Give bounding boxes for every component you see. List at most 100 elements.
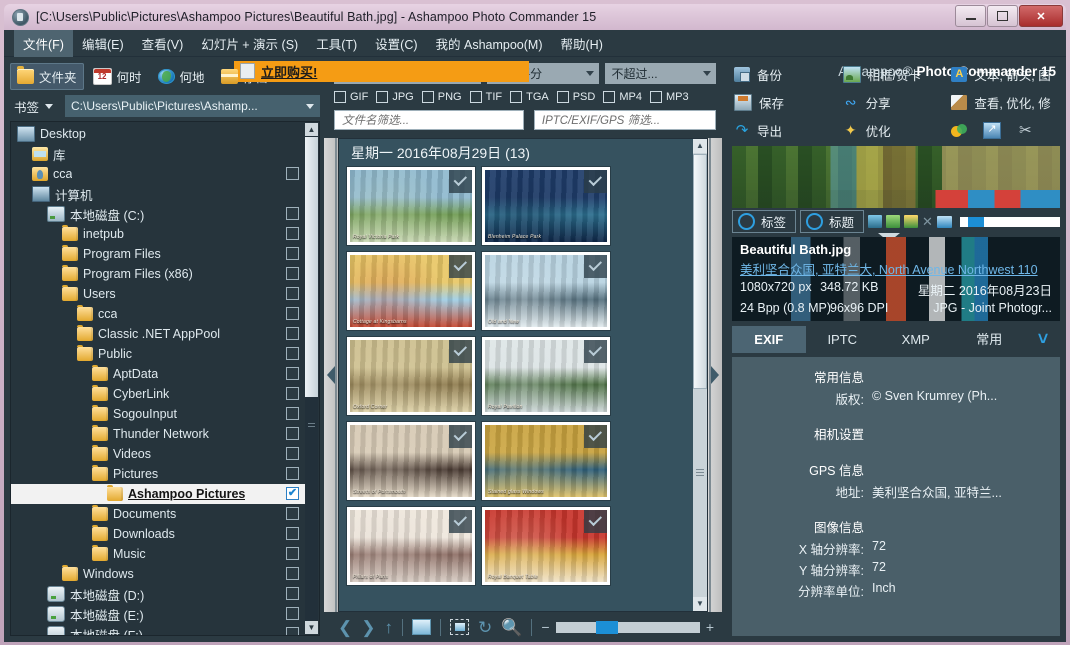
scroll-down-icon[interactable]: ▼ [305,621,318,634]
thumbnail-checkbox[interactable] [449,170,472,193]
location-tab-folders[interactable]: 文件夹 [10,62,84,90]
chevron-down-icon[interactable]: ˅ [1026,329,1060,350]
scroll-up-icon[interactable]: ▲ [305,123,318,136]
thumbnail-checkbox[interactable] [584,340,607,363]
tree-item-checkbox[interactable] [286,347,299,360]
tree-item[interactable]: Users [11,284,305,304]
zoom-in-button[interactable]: + [706,619,714,635]
tree-item[interactable]: Classic .NET AppPool [11,324,305,344]
tab-common[interactable]: 常用 [953,326,1027,353]
thumbnail-checkbox[interactable] [584,255,607,278]
menu-item-slideshow[interactable]: 幻灯片 + 演示 (S) [192,30,307,57]
tree-item-checkbox[interactable] [286,327,299,340]
resize-icon[interactable] [983,122,1002,139]
tree-item[interactable]: Windows [11,564,305,584]
tree-item[interactable]: cca [11,164,305,184]
metadata-filter-input[interactable]: IPTC/EXIF/GPS 筛选... [533,110,716,130]
format-checkbox-mp3[interactable]: MP3 [649,91,689,103]
format-checkbox-tif[interactable]: TIF [469,91,502,103]
previous-icon[interactable]: ❮ [338,619,352,636]
thumbnail-tile[interactable]: Streets of Portsmouth [347,422,475,500]
tree-item[interactable]: 本地磁盘 (E:) [11,604,305,624]
tree-item-checkbox[interactable] [286,607,299,620]
preview-zoom-handle[interactable] [967,216,984,227]
scrollbar-thumb[interactable] [693,154,707,389]
crop-scissors-icon[interactable]: ✂ [1017,123,1033,138]
menu-item-edit[interactable]: 编辑(E) [73,30,133,57]
path-dropdown[interactable]: C:\Users\Public\Pictures\Ashamp... [65,95,320,117]
format-checkbox-psd[interactable]: PSD [556,91,595,103]
view-mode-icon[interactable] [412,619,431,635]
tree-item-checkbox[interactable] [286,407,299,420]
bookmarks-dropdown[interactable]: 书签 [10,95,61,118]
thumbnail-checkbox[interactable] [449,255,472,278]
scrollbar-thumb[interactable] [305,137,318,397]
tree-item-checkbox[interactable] [286,487,299,500]
filename-filter-input[interactable]: 文件名筛选... [334,110,524,130]
color-adjust-icon[interactable] [951,123,968,138]
tree-item-checkbox[interactable] [286,247,299,260]
tree-item[interactable]: Downloads [11,524,305,544]
format-checkbox-png[interactable]: PNG [421,91,462,103]
thumbnail-tile[interactable]: Royal Victoria Park [347,167,475,245]
menu-item-help[interactable]: 帮助(H) [552,30,612,57]
format-checkbox-jpg[interactable]: JPG [376,91,414,103]
tree-item[interactable]: 本地磁盘 (C:) [11,204,305,224]
tool-save[interactable]: 保存 [734,93,843,112]
zoom-slider-handle[interactable] [595,620,618,634]
thumbnail-checkbox[interactable] [449,510,472,533]
thumbnail-tile[interactable]: Stained glass Windows [482,422,610,500]
tree-item[interactable]: CyberLink [11,384,305,404]
thumbnail-checkbox[interactable] [584,425,607,448]
select-icon[interactable] [450,619,469,635]
tree-item[interactable]: SogouInput [11,404,305,424]
thumbnail-checkbox[interactable] [584,510,607,533]
thumbnail-tile[interactable]: Oxford Corner [347,337,475,415]
tree-item[interactable]: Pictures [11,464,305,484]
scroll-down-icon[interactable]: ▼ [693,597,707,611]
preview-zoom-slider[interactable] [959,216,1060,227]
size-filter-select[interactable]: 不超过... [604,63,716,84]
location-tab-where[interactable]: 何地 [151,63,212,90]
tool-optimize[interactable]: ✦ 优化 [843,121,952,140]
thumbnail-tile[interactable]: Old and New [482,252,610,330]
menu-item-settings[interactable]: 设置(C) [366,30,426,57]
tree-item-checkbox[interactable] [286,427,299,440]
thumbnail-view-icon[interactable] [868,215,883,228]
format-checkbox-gif[interactable]: GIF [334,91,368,103]
next-group-arrow[interactable] [708,138,722,612]
menu-item-tools[interactable]: 工具(T) [307,30,366,57]
folder-tree-scrollbar[interactable]: ▲ ▼ [305,123,318,634]
tree-item[interactable]: Program Files [11,244,305,264]
format-checkbox-mp4[interactable]: MP4 [603,91,642,103]
tree-item[interactable]: 本地磁盘 (F:) [11,624,305,635]
tree-item-checkbox[interactable] [286,507,299,520]
file-location-link[interactable]: 美利坚合众国, 亚特兰大, North Avenue Northwest 110 [740,259,1052,278]
next-icon[interactable]: ❯ [361,619,375,636]
tree-item[interactable]: 库 [11,144,305,164]
format-checkbox-tga[interactable]: TGA [510,91,549,103]
tree-item-checkbox[interactable] [286,447,299,460]
split-view-icon[interactable] [904,215,919,228]
menu-item-my-ashampoo[interactable]: 我的 Ashampoo(M) [427,30,552,57]
tree-item-checkbox[interactable] [286,587,299,600]
buy-now-button[interactable]: 立即购买! [234,60,529,82]
tool-share[interactable]: ∾ 分享 [843,93,952,112]
tree-item-checkbox[interactable] [286,207,299,220]
grid-scrollbar[interactable]: ▲ ▼ [693,139,707,611]
thumbnail-checkbox[interactable] [449,340,472,363]
tree-item[interactable]: AptData [11,364,305,384]
thumbnail-grid[interactable]: 星期一 2016年08月29日 (13) Royal Victoria Park… [338,138,708,612]
tree-item[interactable]: 计算机 [11,184,305,204]
tree-item-checkbox[interactable] [286,527,299,540]
close-button[interactable]: ✕ [1019,5,1063,27]
thumbnail-tile[interactable]: Royal Banquet Table [482,507,610,585]
thumbnail-tile[interactable]: Blenheim Palace Park [482,167,610,245]
compare-view-icon[interactable] [886,215,901,228]
fullscreen-icon[interactable]: ✕ [922,214,933,230]
tab-iptc[interactable]: IPTC [806,326,880,353]
tree-item-checkbox[interactable] [286,547,299,560]
tree-item-selected[interactable]: Ashampoo Pictures [11,484,305,504]
up-icon[interactable]: ↑ [385,619,394,636]
previous-group-arrow[interactable] [324,138,338,612]
